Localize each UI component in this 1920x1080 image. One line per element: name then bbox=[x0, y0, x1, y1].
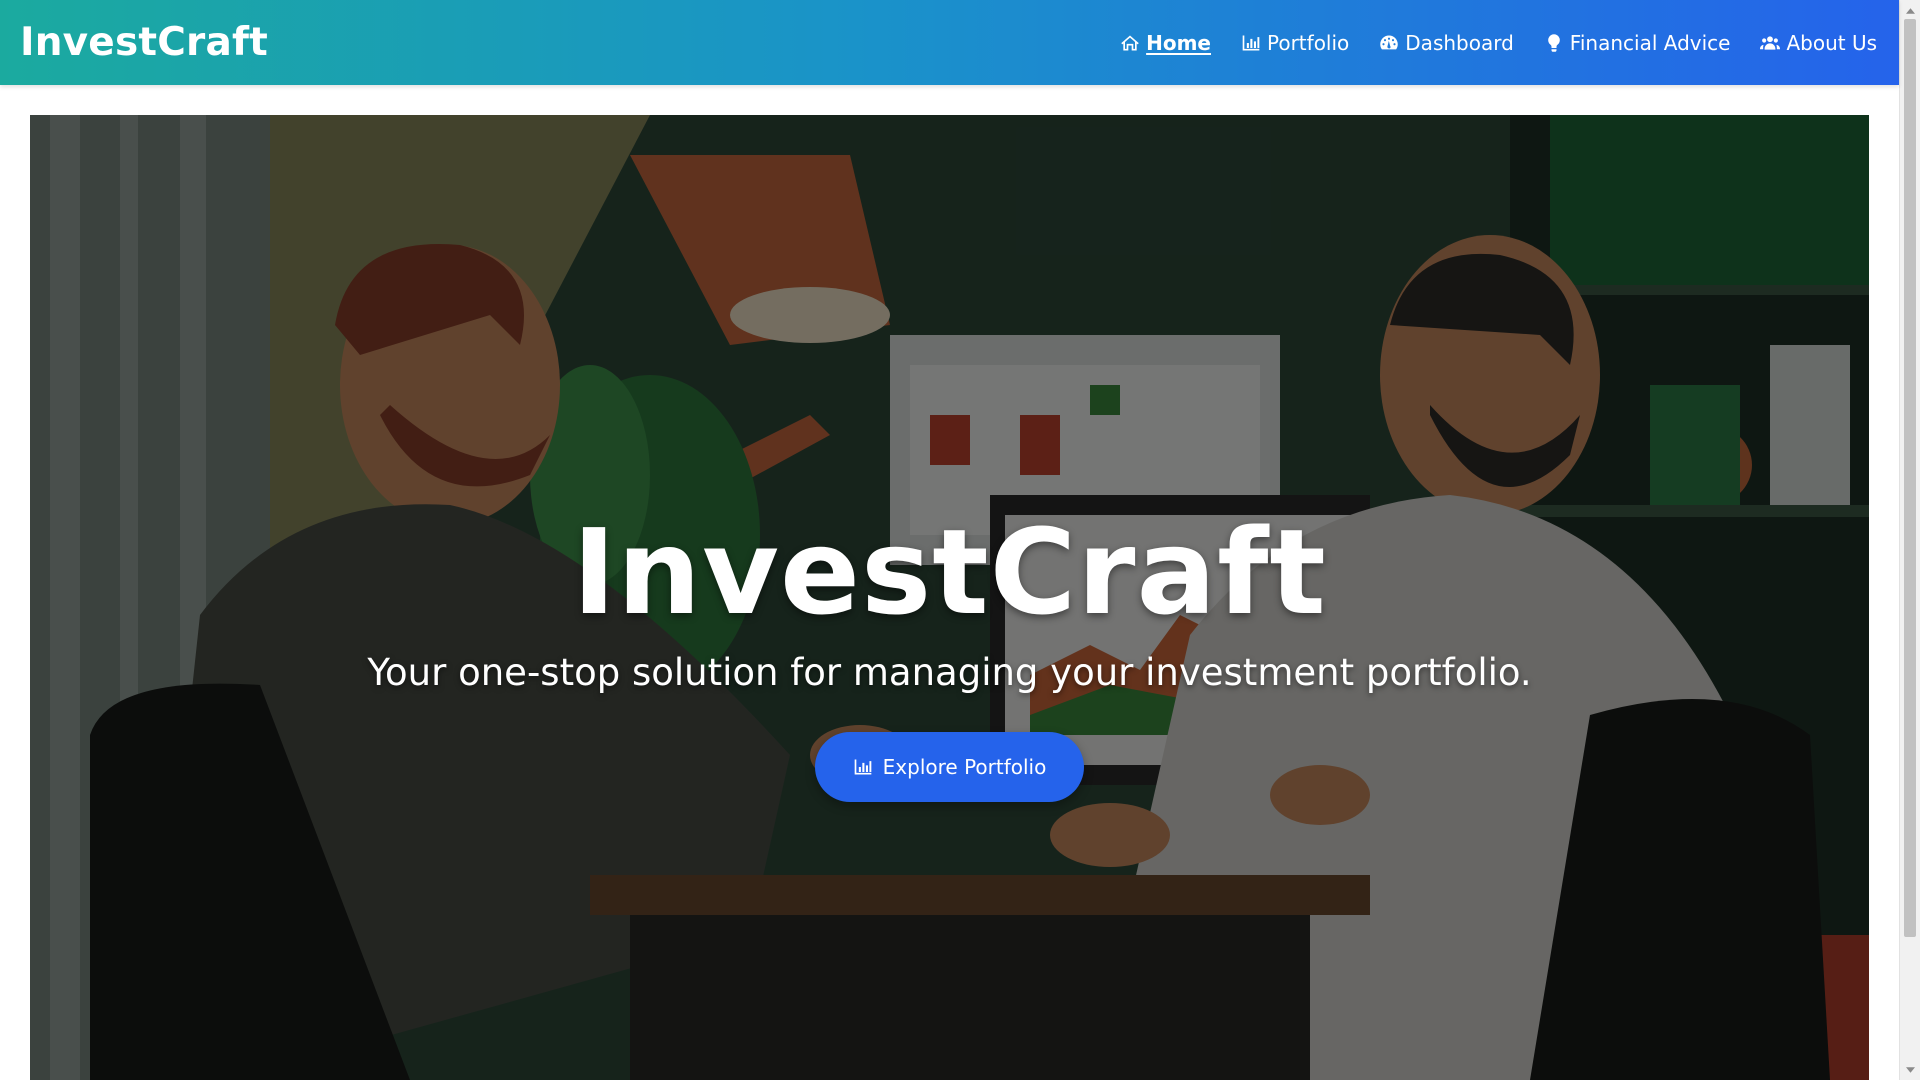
caret-down-icon bbox=[1906, 1066, 1915, 1073]
gauge-icon bbox=[1379, 33, 1399, 53]
hero-subtitle: Your one-stop solution for managing your… bbox=[367, 650, 1532, 694]
lightbulb-icon bbox=[1544, 33, 1564, 53]
brand-logo[interactable]: InvestCraft bbox=[20, 20, 268, 65]
nav-item-financial-advice[interactable]: Financial Advice bbox=[1544, 30, 1731, 55]
hero-section: InvestCraft Your one-stop solution for m… bbox=[30, 115, 1869, 1080]
nav-links: Home Portfolio Dashboard Financial Advic… bbox=[1120, 31, 1877, 55]
nav-item-portfolio[interactable]: Portfolio bbox=[1241, 31, 1349, 55]
nav-label-dashboard: Dashboard bbox=[1405, 30, 1514, 55]
nav-item-dashboard[interactable]: Dashboard bbox=[1379, 31, 1514, 55]
nav-item-home[interactable]: Home bbox=[1120, 31, 1211, 55]
users-icon bbox=[1760, 33, 1781, 53]
nav-label-home: Home bbox=[1146, 30, 1211, 55]
scroll-thumb[interactable] bbox=[1904, 19, 1916, 937]
scroll-up-arrow[interactable] bbox=[1900, 2, 1920, 19]
chart-bar-icon bbox=[853, 757, 873, 777]
nav-label-financial-advice: Financial Advice bbox=[1569, 30, 1731, 55]
home-icon bbox=[1120, 33, 1140, 53]
chart-bar-icon bbox=[1241, 33, 1261, 53]
nav-label-about-us: About Us bbox=[1786, 30, 1877, 55]
top-navbar: InvestCraft Home Portfolio Dashboard Fin… bbox=[0, 0, 1899, 85]
explore-portfolio-label: Explore Portfolio bbox=[882, 754, 1047, 779]
hero-title: InvestCraft bbox=[572, 503, 1327, 641]
nav-item-about-us[interactable]: About Us bbox=[1760, 31, 1877, 55]
page: InvestCraft Home Portfolio Dashboard Fin… bbox=[0, 0, 1920, 1080]
scroll-down-arrow[interactable] bbox=[1900, 1061, 1920, 1078]
hero-content: InvestCraft Your one-stop solution for m… bbox=[30, 503, 1869, 802]
caret-up-icon bbox=[1906, 7, 1915, 14]
nav-label-portfolio: Portfolio bbox=[1267, 30, 1350, 55]
vertical-scrollbar[interactable] bbox=[1899, 0, 1920, 1080]
explore-portfolio-button[interactable]: Explore Portfolio bbox=[814, 731, 1085, 802]
